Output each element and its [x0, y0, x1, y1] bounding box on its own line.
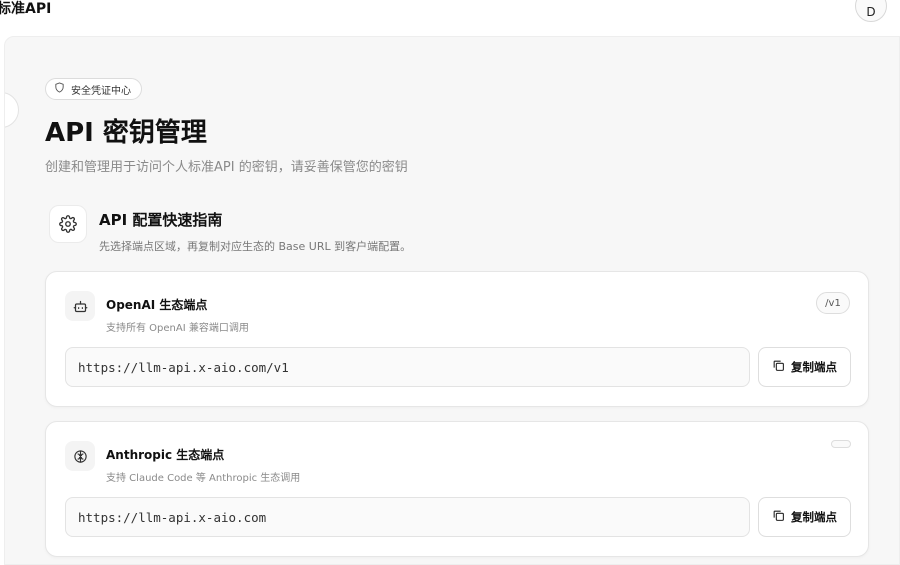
top-bar: 标准API D: [0, 0, 900, 36]
guide-title: API 配置快速指南: [99, 211, 223, 229]
endpoint-description: 支持所有 OpenAI 兼容端口调用: [106, 323, 249, 334]
copy-endpoint-button[interactable]: 复制端点: [758, 347, 851, 387]
brand-title[interactable]: 标准API: [0, 0, 51, 18]
endpoint-url-field[interactable]: https://llm-api.x-aio.com/v1: [65, 347, 750, 387]
page-title: API 密钥管理: [45, 118, 207, 148]
badge-label: 安全凭证中心: [71, 85, 131, 97]
copy-endpoint-label: 复制端点: [791, 510, 837, 524]
endpoint-title: Anthropic 生态端点: [106, 448, 225, 462]
copy-endpoint-label: 复制端点: [791, 360, 837, 374]
endpoint-path-badge: [831, 440, 851, 448]
security-center-badge: 安全凭证中心: [45, 78, 142, 100]
bot-icon: [65, 291, 95, 321]
endpoint-title: OpenAI 生态端点: [106, 298, 208, 312]
brain-icon: [65, 441, 95, 471]
gear-icon: [49, 205, 87, 243]
page-subtitle: 创建和管理用于访问个人标准API 的密钥，请妥善保管您的密钥: [45, 160, 408, 175]
copy-icon: [772, 359, 785, 375]
guide-description: 先选择端点区域，再复制对应生态的 Base URL 到客户端配置。: [99, 240, 412, 253]
endpoint-description: 支持 Claude Code 等 Anthropic 生态调用: [106, 473, 301, 484]
copy-icon: [772, 509, 785, 525]
endpoint-card-openai: OpenAI 生态端点 支持所有 OpenAI 兼容端口调用 /v1 https…: [45, 271, 869, 407]
user-avatar[interactable]: D: [855, 0, 887, 22]
sidebar-toggle-button[interactable]: [5, 92, 19, 128]
shield-icon: [54, 82, 65, 96]
endpoint-card-anthropic: Anthropic 生态端点 支持 Claude Code 等 Anthropi…: [45, 421, 869, 557]
copy-endpoint-button[interactable]: 复制端点: [758, 497, 851, 537]
endpoint-url-field[interactable]: https://llm-api.x-aio.com: [65, 497, 750, 537]
endpoint-path-badge: /v1: [816, 292, 850, 314]
